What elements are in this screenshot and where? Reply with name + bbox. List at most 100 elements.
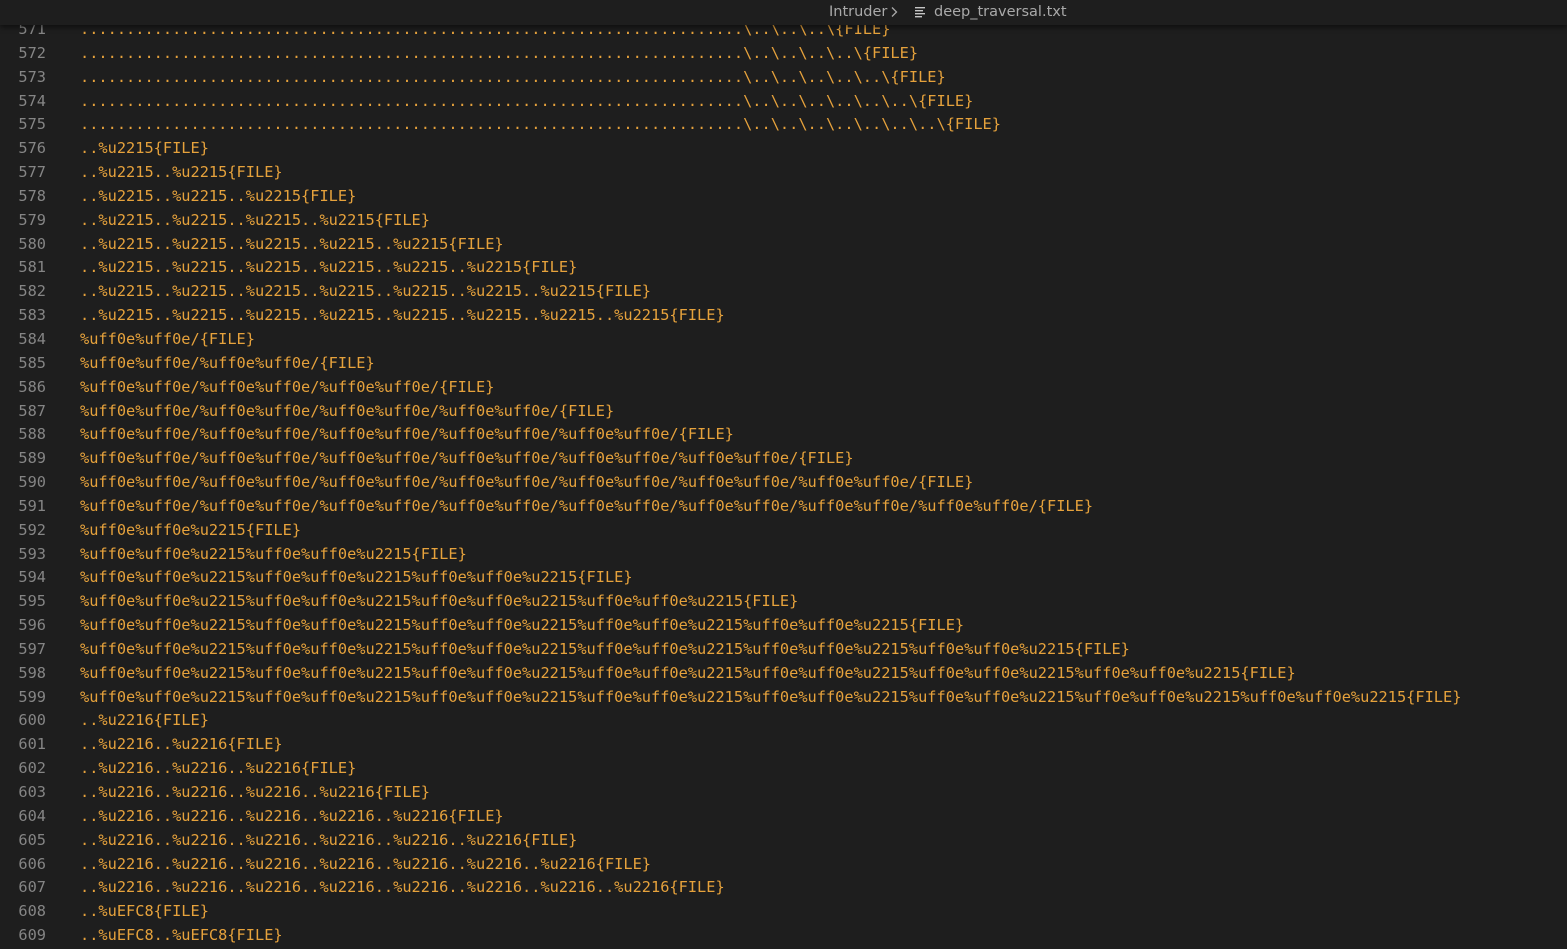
line-text[interactable]: ........................................… (80, 42, 918, 66)
code-line[interactable]: 594 %uff0e%uff0e%u2215%uff0e%uff0e%u2215%… (0, 566, 1567, 590)
code-line[interactable]: 578 ..%u2215..%u2215..%u2215{FILE} (0, 185, 1567, 209)
line-text[interactable]: %uff0e%uff0e/%uff0e%uff0e/%uff0e%uff0e/%… (80, 471, 973, 495)
line-text[interactable]: ..%u2216{FILE} (80, 709, 209, 733)
line-number: 598 (18, 663, 46, 682)
breadcrumb-folder[interactable]: Intruder (829, 4, 887, 20)
line-number: 592 (18, 520, 46, 539)
line-text[interactable]: ..%u2215..%u2215..%u2215..%u2215..%u2215… (80, 233, 504, 257)
line-text[interactable]: %uff0e%uff0e/%uff0e%uff0e/%uff0e%uff0e/%… (80, 447, 854, 471)
line-text[interactable]: ..%u2216..%u2216..%u2216..%u2216{FILE} (80, 781, 430, 805)
line-number: 574 (18, 91, 46, 110)
line-text[interactable]: %uff0e%uff0e%u2215%uff0e%uff0e%u2215%uff… (80, 662, 1296, 686)
line-text[interactable]: %uff0e%uff0e%u2215%uff0e%uff0e%u2215%uff… (80, 614, 964, 638)
code-line[interactable]: 608 ..%uEFC8{FILE} (0, 900, 1567, 924)
code-line[interactable]: 606 ..%u2216..%u2216..%u2216..%u2216..%u2… (0, 853, 1567, 877)
line-number: 593 (18, 544, 46, 563)
line-number: 608 (18, 902, 46, 921)
code-line[interactable]: 603 ..%u2216..%u2216..%u2216..%u2216{FILE… (0, 781, 1567, 805)
line-text[interactable]: ..%u2215..%u2215..%u2215..%u2215{FILE} (80, 209, 430, 233)
line-number: 591 (18, 496, 46, 515)
code-line[interactable]: 604 ..%u2216..%u2216..%u2216..%u2216..%u2… (0, 805, 1567, 829)
line-text[interactable]: %uff0e%uff0e%u2215%uff0e%uff0e%u2215%uff… (80, 686, 1461, 710)
line-text[interactable]: ..%u2215..%u2215..%u2215..%u2215..%u2215… (80, 256, 577, 280)
line-text[interactable]: ..%u2215..%u2215..%u2215..%u2215..%u2215… (80, 304, 725, 328)
line-text[interactable]: ........................................… (80, 66, 946, 90)
code-line[interactable]: 605 ..%u2216..%u2216..%u2216..%u2216..%u2… (0, 829, 1567, 853)
code-line[interactable]: 584 %uff0e%uff0e/{FILE} (0, 328, 1567, 352)
line-text[interactable]: ..%uEFC8{FILE} (80, 900, 209, 924)
line-text[interactable]: ..%uEFC8..%uEFC8{FILE} (80, 924, 283, 948)
line-text[interactable]: %uff0e%uff0e%u2215%uff0e%uff0e%u2215{FIL… (80, 543, 467, 567)
code-line[interactable]: 589 %uff0e%uff0e/%uff0e%uff0e/%uff0e%uff0… (0, 447, 1567, 471)
line-number: 585 (18, 353, 46, 372)
code-line[interactable]: 586 %uff0e%uff0e/%uff0e%uff0e/%uff0e%uff0… (0, 376, 1567, 400)
line-number: 581 (18, 258, 46, 277)
code-line[interactable]: 598 %uff0e%uff0e%u2215%uff0e%uff0e%u2215%… (0, 662, 1567, 686)
code-line[interactable]: 579 ..%u2215..%u2215..%u2215..%u2215{FILE… (0, 209, 1567, 233)
code-line[interactable]: 593 %uff0e%uff0e%u2215%uff0e%uff0e%u2215{… (0, 543, 1567, 567)
code-line[interactable]: 601 ..%u2216..%u2216{FILE} (0, 733, 1567, 757)
line-text[interactable]: ..%u2216..%u2216..%u2216..%u2216..%u2216… (80, 853, 651, 877)
code-line[interactable]: 600 ..%u2216{FILE} (0, 709, 1567, 733)
line-text[interactable]: %uff0e%uff0e/%uff0e%uff0e/%uff0e%uff0e/%… (80, 400, 614, 424)
code-line[interactable]: 590 %uff0e%uff0e/%uff0e%uff0e/%uff0e%uff0… (0, 471, 1567, 495)
code-line[interactable]: 602 ..%u2216..%u2216..%u2216{FILE} (0, 757, 1567, 781)
line-number: 573 (18, 67, 46, 86)
line-text[interactable]: %uff0e%uff0e%u2215%uff0e%uff0e%u2215%uff… (80, 590, 798, 614)
breadcrumb: Intruder deep_traversal.txt (0, 0, 1567, 25)
line-number: 575 (18, 115, 46, 134)
line-number: 609 (18, 926, 46, 945)
code-line[interactable]: 580 ..%u2215..%u2215..%u2215..%u2215..%u2… (0, 233, 1567, 257)
line-text[interactable]: ..%u2216..%u2216..%u2216..%u2216..%u2216… (80, 805, 504, 829)
code-line[interactable]: 572.....................................… (0, 42, 1567, 66)
code-line[interactable]: 587 %uff0e%uff0e/%uff0e%uff0e/%uff0e%uff0… (0, 400, 1567, 424)
line-text[interactable]: ..%u2216..%u2216{FILE} (80, 733, 283, 757)
line-text[interactable]: ..%u2216..%u2216..%u2216{FILE} (80, 757, 356, 781)
line-text[interactable]: %uff0e%uff0e%u2215{FILE} (80, 519, 301, 543)
code-line[interactable]: 581 ..%u2215..%u2215..%u2215..%u2215..%u2… (0, 256, 1567, 280)
line-text[interactable]: ..%u2216..%u2216..%u2216..%u2216..%u2216… (80, 876, 725, 900)
code-line[interactable]: 607 ..%u2216..%u2216..%u2216..%u2216..%u2… (0, 876, 1567, 900)
breadcrumb-file[interactable]: deep_traversal.txt (934, 4, 1067, 20)
line-text[interactable]: ..%u2215{FILE} (80, 137, 209, 161)
line-number: 572 (18, 43, 46, 62)
line-text[interactable]: %uff0e%uff0e/%uff0e%uff0e/%uff0e%uff0e/%… (80, 423, 734, 447)
line-number: 578 (18, 186, 46, 205)
code-line[interactable]: 595 %uff0e%uff0e%u2215%uff0e%uff0e%u2215%… (0, 590, 1567, 614)
line-text[interactable]: %uff0e%uff0e/%uff0e%uff0e/%uff0e%uff0e/{… (80, 376, 494, 400)
line-text[interactable]: %uff0e%uff0e/{FILE} (80, 328, 255, 352)
code-line[interactable]: 576 ..%u2215{FILE} (0, 137, 1567, 161)
line-text[interactable]: ..%u2216..%u2216..%u2216..%u2216..%u2216… (80, 829, 577, 853)
line-text[interactable]: ..%u2215..%u2215..%u2215{FILE} (80, 185, 356, 209)
code-area[interactable]: 571.....................................… (0, 18, 1567, 949)
code-line[interactable]: 599 %uff0e%uff0e%u2215%uff0e%uff0e%u2215%… (0, 686, 1567, 710)
code-line[interactable]: 582 ..%u2215..%u2215..%u2215..%u2215..%u2… (0, 280, 1567, 304)
code-line[interactable]: 588 %uff0e%uff0e/%uff0e%uff0e/%uff0e%uff0… (0, 423, 1567, 447)
code-line[interactable]: 585 %uff0e%uff0e/%uff0e%uff0e/{FILE} (0, 352, 1567, 376)
code-line[interactable]: 609 ..%uEFC8..%uEFC8{FILE} (0, 924, 1567, 948)
line-text[interactable]: %uff0e%uff0e%u2215%uff0e%uff0e%u2215%uff… (80, 566, 633, 590)
code-line[interactable]: 574.....................................… (0, 90, 1567, 114)
line-text[interactable]: ..%u2215..%u2215{FILE} (80, 161, 283, 185)
line-number: 579 (18, 210, 46, 229)
line-text[interactable]: %uff0e%uff0e/%uff0e%uff0e/{FILE} (80, 352, 375, 376)
code-line[interactable]: 583 ..%u2215..%u2215..%u2215..%u2215..%u2… (0, 304, 1567, 328)
text-file-icon (915, 7, 925, 18)
line-text[interactable]: ........................................… (80, 113, 1001, 137)
code-line[interactable]: 577 ..%u2215..%u2215{FILE} (0, 161, 1567, 185)
code-line[interactable]: 591 %uff0e%uff0e/%uff0e%uff0e/%uff0e%uff0… (0, 495, 1567, 519)
line-number: 588 (18, 425, 46, 444)
code-line[interactable]: 597 %uff0e%uff0e%u2215%uff0e%uff0e%u2215%… (0, 638, 1567, 662)
line-text[interactable]: %uff0e%uff0e%u2215%uff0e%uff0e%u2215%uff… (80, 638, 1130, 662)
line-number: 599 (18, 687, 46, 706)
text-editor[interactable]: Intruder deep_traversal.txt 571.........… (0, 0, 1567, 949)
code-line[interactable]: 596 %uff0e%uff0e%u2215%uff0e%uff0e%u2215%… (0, 614, 1567, 638)
code-line[interactable]: 573.....................................… (0, 66, 1567, 90)
chevron-right-icon (891, 7, 898, 17)
line-number: 605 (18, 830, 46, 849)
line-text[interactable]: ........................................… (80, 90, 973, 114)
line-text[interactable]: ..%u2215..%u2215..%u2215..%u2215..%u2215… (80, 280, 651, 304)
line-text[interactable]: %uff0e%uff0e/%uff0e%uff0e/%uff0e%uff0e/%… (80, 495, 1093, 519)
code-line[interactable]: 575.....................................… (0, 113, 1567, 137)
code-line[interactable]: 592 %uff0e%uff0e%u2215{FILE} (0, 519, 1567, 543)
